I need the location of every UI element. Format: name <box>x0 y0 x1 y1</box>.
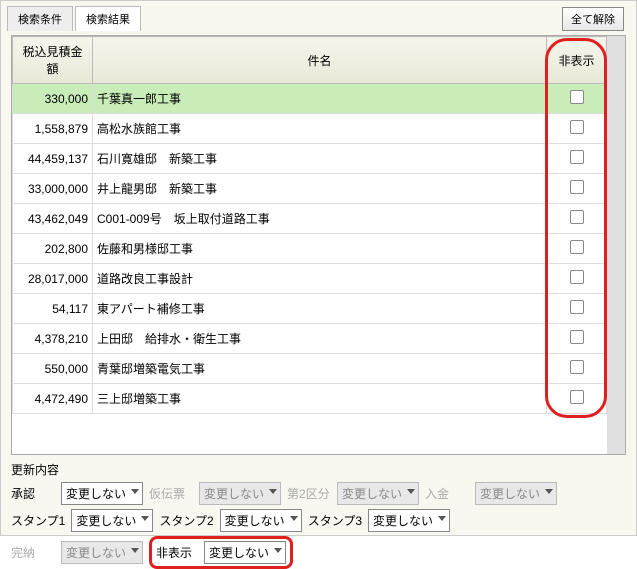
hide-checkbox[interactable] <box>570 390 584 404</box>
table-row[interactable]: 44,459,137石川寛雄邸 新築工事 <box>13 144 607 174</box>
label-deposit: 入金 <box>425 485 469 502</box>
cell-hide <box>547 384 607 414</box>
cell-hide <box>547 204 607 234</box>
cell-hide <box>547 324 607 354</box>
select-stamp1[interactable]: 変更しない <box>71 509 153 532</box>
table-row[interactable]: 4,378,210上田邸 給排水・衛生工事 <box>13 324 607 354</box>
hide-checkbox[interactable] <box>570 240 584 254</box>
hide-checkbox[interactable] <box>570 360 584 374</box>
cell-hide <box>547 354 607 384</box>
table-row[interactable]: 202,800佐藤和男様邸工事 <box>13 234 607 264</box>
label-complete: 完納 <box>11 544 55 561</box>
select-hide[interactable]: 変更しない <box>204 541 286 564</box>
col-amount[interactable]: 税込見積金額 <box>13 37 93 84</box>
table-row[interactable]: 550,000青葉邸増築電気工事 <box>13 354 607 384</box>
vertical-scrollbar[interactable] <box>607 36 625 454</box>
hide-checkbox[interactable] <box>570 330 584 344</box>
cell-name: 佐藤和男様邸工事 <box>93 234 547 264</box>
label-section2: 第2区分 <box>287 485 331 502</box>
cell-hide <box>547 144 607 174</box>
select-approval[interactable]: 変更しない <box>61 482 143 505</box>
hide-checkbox[interactable] <box>570 90 584 104</box>
cell-hide <box>547 84 607 114</box>
select-stamp3[interactable]: 変更しない <box>368 509 450 532</box>
cell-hide <box>547 294 607 324</box>
clear-all-button[interactable]: 全て解除 <box>562 7 624 31</box>
tab-search-results[interactable]: 検索結果 <box>75 6 141 31</box>
annotation-hide-field: 非表示 変更しない <box>149 536 293 569</box>
label-hide: 非表示 <box>156 544 200 561</box>
results-grid: 税込見積金額 件名 非表示 330,000千葉真一郎工事1,558,879高松水… <box>11 35 626 455</box>
table-row[interactable]: 1,558,879高松水族館工事 <box>13 114 607 144</box>
select-section2: 変更しない <box>337 482 419 505</box>
cell-name: 道路改良工事設計 <box>93 264 547 294</box>
cell-name: 三上邸増築工事 <box>93 384 547 414</box>
col-hide[interactable]: 非表示 <box>547 37 607 84</box>
form-title: 更新内容 <box>11 461 626 478</box>
cell-amount: 44,459,137 <box>13 144 93 174</box>
cell-amount: 28,017,000 <box>13 264 93 294</box>
label-approval: 承認 <box>11 485 55 502</box>
cell-amount: 202,800 <box>13 234 93 264</box>
cell-amount: 4,378,210 <box>13 324 93 354</box>
label-stamp3: スタンプ3 <box>308 512 362 529</box>
label-stamp2: スタンプ2 <box>159 512 213 529</box>
select-deposit: 変更しない <box>475 482 557 505</box>
hide-checkbox[interactable] <box>570 120 584 134</box>
table-row[interactable]: 28,017,000道路改良工事設計 <box>13 264 607 294</box>
cell-name: 東アパート補修工事 <box>93 294 547 324</box>
cell-hide <box>547 174 607 204</box>
hide-checkbox[interactable] <box>570 270 584 284</box>
label-provisional: 仮伝票 <box>149 485 193 502</box>
label-stamp1: スタンプ1 <box>11 512 65 529</box>
cell-amount: 54,117 <box>13 294 93 324</box>
cell-name: 井上龍男邸 新築工事 <box>93 174 547 204</box>
cell-name: 石川寛雄邸 新築工事 <box>93 144 547 174</box>
hide-checkbox[interactable] <box>570 150 584 164</box>
cell-name: 上田邸 給排水・衛生工事 <box>93 324 547 354</box>
select-provisional: 変更しない <box>199 482 281 505</box>
hide-checkbox[interactable] <box>570 180 584 194</box>
table-row[interactable]: 4,472,490三上邸増築工事 <box>13 384 607 414</box>
select-stamp2[interactable]: 変更しない <box>220 509 302 532</box>
cell-name: 青葉邸増築電気工事 <box>93 354 547 384</box>
table-row[interactable]: 54,117東アパート補修工事 <box>13 294 607 324</box>
tab-search-conditions[interactable]: 検索条件 <box>7 6 73 31</box>
cell-amount: 43,462,049 <box>13 204 93 234</box>
select-complete: 変更しない <box>61 541 143 564</box>
table-row[interactable]: 33,000,000井上龍男邸 新築工事 <box>13 174 607 204</box>
table-row[interactable]: 330,000千葉真一郎工事 <box>13 84 607 114</box>
cell-name: 千葉真一郎工事 <box>93 84 547 114</box>
hide-checkbox[interactable] <box>570 300 584 314</box>
table-row[interactable]: 43,462,049C001-009号 坂上取付道路工事 <box>13 204 607 234</box>
cell-amount: 330,000 <box>13 84 93 114</box>
cell-name: 高松水族館工事 <box>93 114 547 144</box>
col-name[interactable]: 件名 <box>93 37 547 84</box>
update-form: 更新内容 承認 変更しない 仮伝票 変更しない 第2区分 変更しない 入金 変更… <box>11 461 626 569</box>
cell-name: C001-009号 坂上取付道路工事 <box>93 204 547 234</box>
cell-amount: 550,000 <box>13 354 93 384</box>
cell-hide <box>547 264 607 294</box>
cell-amount: 33,000,000 <box>13 174 93 204</box>
cell-hide <box>547 114 607 144</box>
cell-amount: 4,472,490 <box>13 384 93 414</box>
cell-amount: 1,558,879 <box>13 114 93 144</box>
hide-checkbox[interactable] <box>570 210 584 224</box>
cell-hide <box>547 234 607 264</box>
